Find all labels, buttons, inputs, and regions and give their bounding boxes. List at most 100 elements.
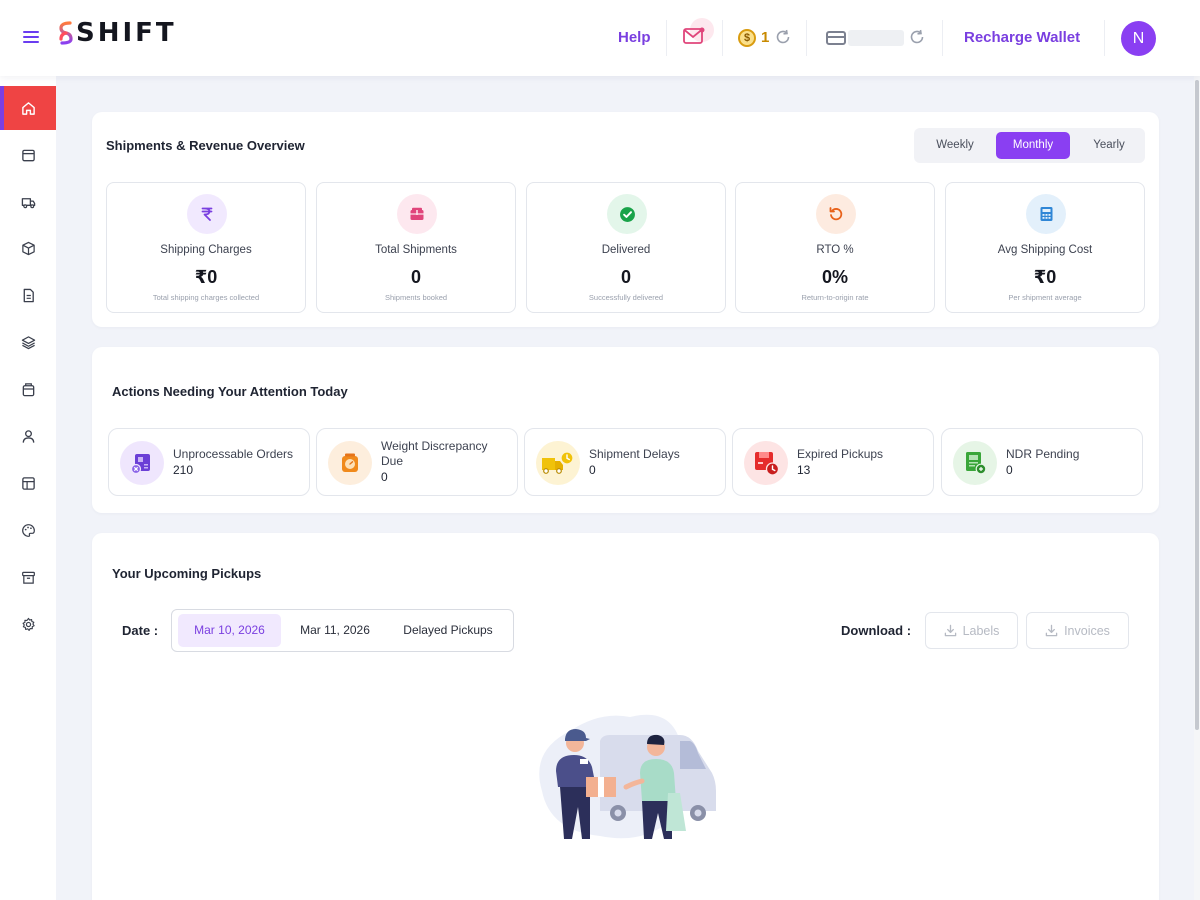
stat-card-delivered[interactable]: Delivered 0 Successfully delivered [526, 182, 726, 313]
user-avatar[interactable]: N [1121, 21, 1156, 56]
stat-subtext: Total shipping charges collected [152, 293, 260, 302]
sidebar-item-documents[interactable] [0, 273, 56, 317]
refresh-wallet-icon[interactable] [908, 28, 926, 46]
header-divider [722, 20, 723, 56]
sidebar-item-customers[interactable] [0, 414, 56, 458]
header-divider [806, 20, 807, 56]
stat-label: Avg Shipping Cost [997, 244, 1093, 256]
sidebar-item-archive[interactable] [0, 555, 56, 599]
settings-icon [22, 617, 35, 631]
action-count: 0 [1006, 462, 1013, 477]
mail-icon[interactable] [683, 27, 705, 45]
sidebar-item-home[interactable] [0, 86, 56, 130]
sidebar-item-reports[interactable] [0, 461, 56, 505]
period-weekly-button[interactable]: Weekly [918, 132, 992, 159]
date-label: Date : [122, 623, 159, 638]
coin-icon: $ [738, 29, 756, 47]
stat-value: ₹0 [1033, 267, 1057, 287]
stat-card-shipping-charges[interactable]: Shipping Charges ₹0 Total shipping charg… [106, 182, 306, 313]
sidebar-item-settings[interactable] [0, 602, 56, 646]
layers-icon [21, 335, 35, 349]
action-card-shipment-delays[interactable]: Shipment Delays 0 [524, 428, 726, 496]
layout-icon [21, 476, 35, 490]
action-label: NDR Pending [1006, 446, 1080, 461]
archive-icon [21, 571, 35, 584]
wallet-balance [848, 30, 904, 46]
action-label: Expired Pickups [797, 446, 884, 461]
action-card-expired-pickups[interactable]: Expired Pickups 13 [732, 428, 934, 496]
stat-subtext: Per shipment average [1008, 293, 1082, 302]
sidebar-item-channels[interactable] [0, 320, 56, 364]
help-link[interactable]: Help [618, 29, 651, 46]
overview-panel: Shipments & Revenue Overview Weekly Mont… [92, 112, 1159, 327]
document-icon [23, 288, 34, 302]
stat-label: RTO % [816, 244, 854, 256]
action-card-unprocessable-orders[interactable]: Unprocessable Orders 210 [108, 428, 310, 496]
date-option-mar-10[interactable]: Mar 10, 2026 [178, 614, 281, 647]
action-count: 210 [173, 462, 194, 477]
stat-subtext: Shipments booked [384, 293, 448, 302]
stat-value: ₹0 [194, 267, 218, 287]
overview-title: Shipments & Revenue Overview [106, 138, 305, 153]
truck-icon [21, 197, 35, 208]
sidebar-item-inventory[interactable] [0, 367, 56, 411]
sidebar-item-shipments[interactable] [0, 180, 56, 224]
action-label: Unprocessable Orders [173, 446, 294, 461]
menu-toggle-icon[interactable] [20, 29, 40, 45]
sidebar-item-products[interactable] [0, 226, 56, 270]
stat-card-avg-shipping-cost[interactable]: Avg Shipping Cost ₹0 Per shipment averag… [945, 182, 1145, 313]
action-count: 0 [589, 462, 596, 477]
stat-card-total-shipments[interactable]: Total Shipments 0 Shipments booked [316, 182, 516, 313]
download-label: Download : [841, 623, 912, 638]
logo-mark-icon [59, 21, 73, 45]
download-invoices-label: Invoices [1064, 623, 1110, 638]
date-option-delayed-pickups[interactable]: Delayed Pickups [390, 614, 506, 647]
actions-title: Actions Needing Your Attention Today [112, 384, 348, 399]
wallet-card-icon [826, 31, 846, 45]
box-icon [21, 241, 35, 255]
sidebar-item-branding[interactable] [0, 508, 56, 552]
top-header: SHIFT Help $ 1 Recharge Wallet N [0, 0, 1200, 76]
stat-card-rto[interactable]: RTO % 0% Return-to-origin rate [735, 182, 935, 313]
period-monthly-button[interactable]: Monthly [996, 132, 1070, 159]
delayed-truck-icon [536, 441, 580, 485]
period-yearly-button[interactable]: Yearly [1072, 132, 1146, 159]
page-scrollbar-thumb[interactable] [1195, 80, 1199, 730]
window-icon [21, 149, 35, 161]
package-icon [22, 382, 34, 396]
download-labels-button[interactable]: Labels [925, 612, 1018, 649]
recharge-wallet-button[interactable]: Recharge Wallet [964, 29, 1080, 46]
pickups-panel: Your Upcoming Pickups Date : Mar 10, 202… [92, 533, 1159, 900]
header-divider [666, 20, 667, 56]
stat-label: Shipping Charges [160, 244, 252, 256]
header-divider [1104, 20, 1105, 56]
stat-value: 0% [821, 267, 848, 287]
ndr-document-icon [953, 441, 997, 485]
sidebar-item-orders[interactable] [0, 133, 56, 177]
empty-pickups-illustration [539, 714, 716, 839]
pickups-title: Your Upcoming Pickups [112, 566, 262, 581]
date-selector: Mar 10, 2026 Mar 11, 2026 Delayed Pickup… [171, 609, 514, 652]
actions-panel: Actions Needing Your Attention Today Unp… [92, 347, 1159, 513]
download-labels-label: Labels [962, 623, 1000, 638]
stat-label: Delivered [601, 244, 651, 256]
action-card-ndr-pending[interactable]: NDR Pending 0 [941, 428, 1143, 496]
rupee-icon [187, 194, 227, 234]
download-invoices-button[interactable]: Invoices [1026, 612, 1129, 649]
undo-icon [816, 194, 856, 234]
box-icon [397, 194, 437, 234]
stat-value: 0 [410, 267, 421, 287]
weighing-scale-icon [328, 441, 372, 485]
action-count: 13 [797, 462, 811, 477]
sidebar [0, 76, 56, 900]
refresh-coins-icon[interactable] [774, 28, 792, 46]
date-option-mar-11[interactable]: Mar 11, 2026 [287, 614, 383, 647]
stat-value: 0 [620, 267, 631, 287]
check-circle-icon [607, 194, 647, 234]
download-icon [1045, 624, 1058, 637]
action-card-weight-discrepancy[interactable]: Weight Discrepancy Due 0 [316, 428, 518, 496]
header-divider [942, 20, 943, 56]
stat-subtext: Return-to-origin rate [801, 293, 869, 302]
user-icon [22, 429, 34, 443]
brand-logo[interactable]: SHIFT [58, 18, 177, 48]
